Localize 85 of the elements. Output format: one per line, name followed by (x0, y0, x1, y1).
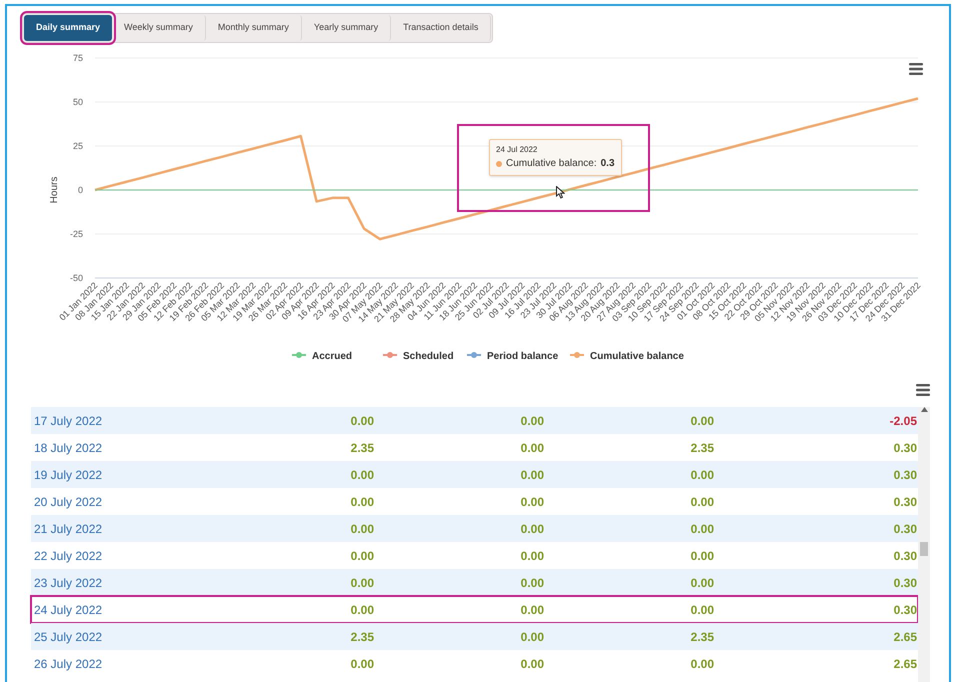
date-link[interactable]: 26 July 2022 (31, 654, 181, 672)
table-cell-text: 0.00 (690, 602, 714, 618)
table-cell-text: 0.00 (520, 602, 544, 618)
table-row[interactable]: 23 July 2022 0.00 0.00 0.00 0.30 (31, 569, 918, 596)
tab[interactable]: Daily summary (24, 15, 112, 41)
scrollbar-thumb[interactable] (920, 542, 928, 556)
scrollbar[interactable] (918, 407, 930, 682)
table-cell-text: 0.00 (350, 656, 374, 672)
y-tick-label: -25 (70, 229, 83, 239)
table-row[interactable]: 25 July 2022 2.35 0.00 2.35 2.65 (31, 623, 918, 650)
date-link[interactable]: 18 July 2022 (31, 438, 181, 456)
table-cell-text: 0.00 (690, 520, 714, 538)
table-cell-text: 0.00 (690, 656, 714, 672)
tab[interactable]: Transaction details (391, 15, 492, 41)
date-link[interactable]: 25 July 2022 (31, 628, 181, 646)
table-cell-text: 0.30 (892, 548, 917, 564)
table-cell-text: 0.00 (350, 602, 374, 618)
date-link[interactable]: 22 July 2022 (31, 546, 181, 564)
table-cell-text: 0.00 (520, 574, 544, 592)
table-cell-text: 0.30 (892, 602, 917, 618)
legend-item[interactable]: Scheduled (383, 351, 454, 362)
table-cell-text: 0.00 (690, 466, 714, 484)
table-cell-text: 2.35 (350, 440, 374, 456)
date-link[interactable]: 20 July 2022 (31, 492, 181, 510)
table-cell-text: 0.00 (520, 520, 544, 538)
date-link[interactable]: 19 July 2022 (31, 466, 181, 484)
table-cell-text: 0.00 (350, 494, 374, 510)
tooltip-label: Cumulative balance: (506, 157, 597, 171)
table-cell-text: 0.00 (350, 548, 374, 564)
date-link[interactable]: 24 July 2022 (31, 600, 181, 618)
table-cell-text: 0.30 (892, 466, 917, 484)
tab[interactable]: Monthly summary (206, 15, 302, 41)
table-menu-icon[interactable] (916, 384, 930, 396)
tooltip-date: 24 Jul 2022 (496, 144, 538, 156)
y-axis-title: Hours (49, 176, 60, 204)
table-cell-text: 0.00 (520, 440, 544, 456)
table-cell-text: 0.00 (690, 548, 714, 564)
table-cell-text: 0.00 (520, 548, 544, 564)
legend-item[interactable]: Period balance (467, 351, 558, 362)
table-cell-text: 0.00 (350, 412, 374, 430)
y-tick-label: 75 (72, 53, 83, 63)
table-cell-text: 0.00 (690, 494, 714, 510)
legend-label: Cumulative balance (590, 351, 684, 362)
date-link[interactable]: 21 July 2022 (31, 520, 181, 538)
table-row[interactable]: 24 July 2022 0.00 0.00 0.00 0.30 (31, 596, 918, 623)
table-cell-text: -2.05 (888, 412, 917, 430)
table-cell-text: 2.65 (892, 656, 917, 672)
y-tick-label: 25 (72, 141, 83, 151)
table-cell-text: 0.00 (520, 466, 544, 484)
table-cell-text: 0.00 (520, 656, 544, 672)
date-link[interactable]: 17 July 2022 (31, 412, 181, 430)
legend-label: Accrued (312, 351, 352, 362)
scroll-up-icon[interactable] (920, 407, 928, 412)
table-cell-text: 0.00 (520, 494, 544, 510)
table-row[interactable]: 17 July 2022 0.00 0.00 0.00 -2.05 (31, 407, 918, 434)
table-cell-text: 0.00 (350, 574, 374, 592)
table-cell-text: 0.30 (892, 574, 917, 592)
table-cell-text: 0.00 (350, 520, 374, 538)
table-row[interactable]: 21 July 2022 0.00 0.00 0.00 0.30 (31, 515, 918, 542)
date-link[interactable]: 23 July 2022 (31, 574, 181, 592)
table-cell-text: 2.65 (892, 628, 917, 646)
table-cell-text: 0.30 (892, 440, 917, 456)
table-cell-text: 2.35 (690, 628, 714, 646)
table-row[interactable]: 19 July 2022 0.00 0.00 0.00 0.30 (31, 461, 918, 488)
table-cell-text: 0.00 (350, 466, 374, 484)
table-cell-text: 0.00 (690, 412, 714, 430)
chart-menu-icon[interactable] (909, 63, 923, 75)
table-cell-text: 0.00 (520, 412, 544, 430)
legend-item[interactable]: Cumulative balance (570, 351, 684, 362)
cursor-icon (556, 186, 565, 199)
legend-label: Scheduled (403, 351, 454, 362)
table-cell-text: 0.30 (892, 520, 917, 538)
table-cell-text: 2.35 (350, 628, 374, 646)
table-cell-text: 0.00 (690, 574, 714, 592)
table-cell-text: 0.30 (892, 494, 917, 510)
tab[interactable]: Weekly summary (112, 15, 206, 41)
table-cell-text: 2.35 (690, 440, 714, 456)
legend-item[interactable]: Accrued (292, 351, 352, 362)
y-tick-label: -50 (70, 273, 83, 283)
y-tick-label: 50 (72, 97, 83, 107)
tab[interactable]: Yearly summary (302, 15, 392, 41)
tooltip-value: 0.3 (600, 157, 615, 171)
y-tick-label: 0 (78, 185, 83, 195)
legend-label: Period balance (487, 351, 559, 362)
table-cell-text: 0.00 (520, 628, 544, 646)
